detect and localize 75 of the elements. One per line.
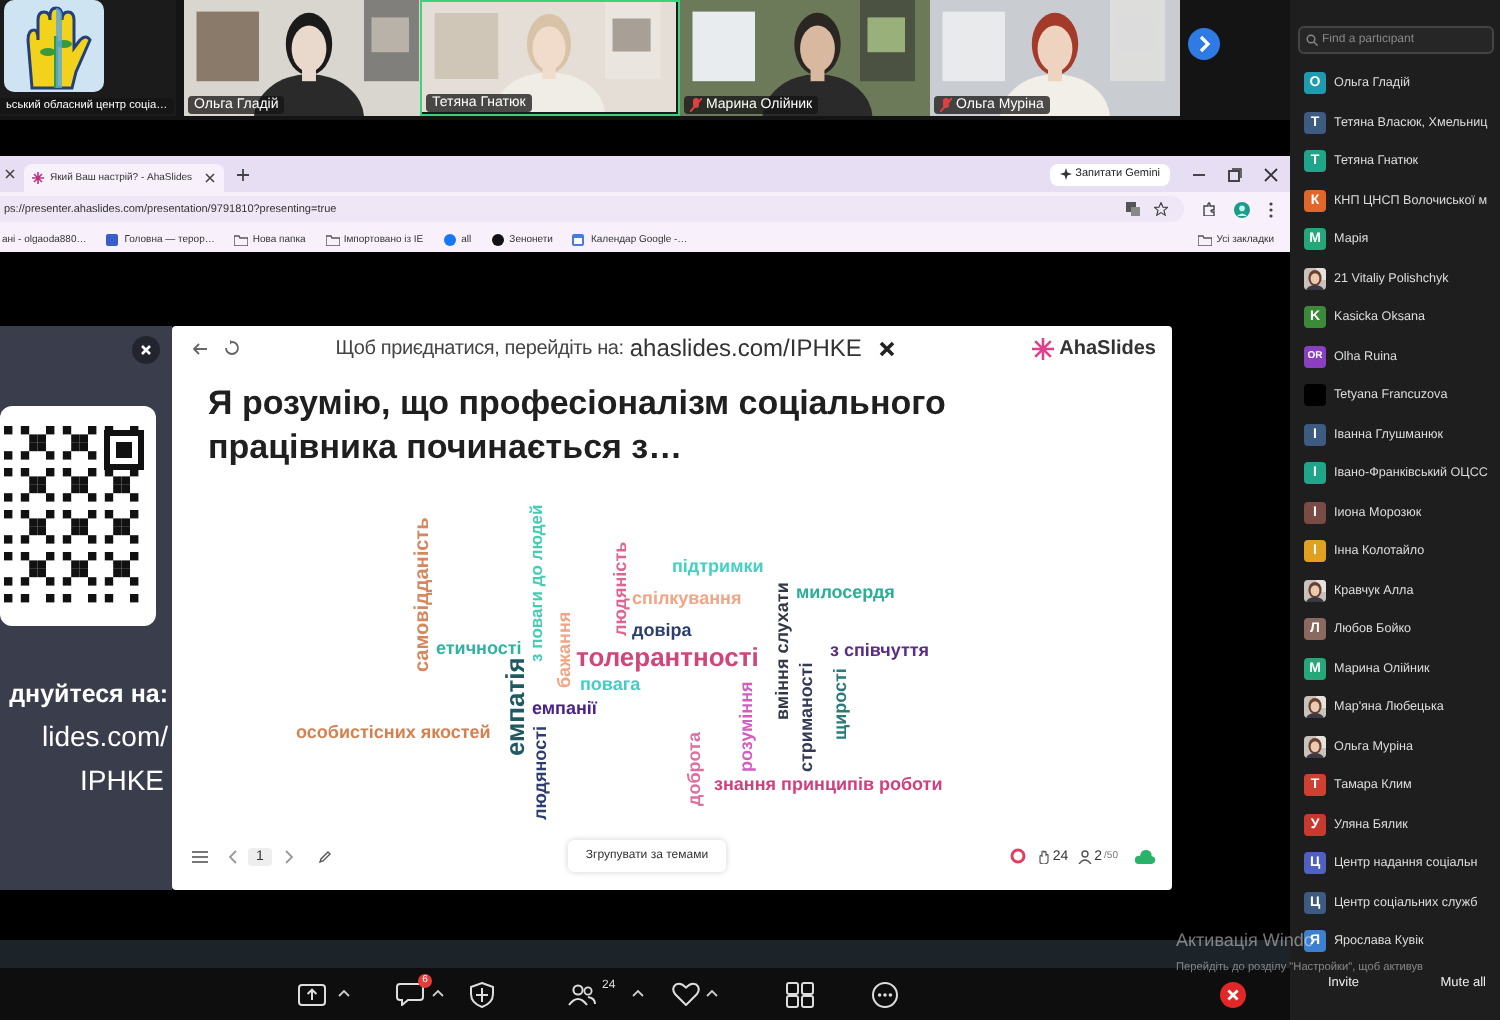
cloud-word: самовідданість (414, 517, 434, 672)
ring-icon[interactable] (1010, 848, 1027, 864)
share-icon[interactable] (298, 982, 326, 1006)
cloud-word: повага (580, 676, 641, 694)
more-icon[interactable] (871, 981, 898, 1007)
close-icon[interactable] (204, 172, 216, 184)
rotate-icon[interactable] (224, 340, 240, 356)
favicon-icon[interactable] (106, 233, 121, 245)
people-icon[interactable] (568, 983, 596, 1005)
cloud-word: довіра (632, 622, 692, 640)
close-icon[interactable] (1264, 167, 1278, 181)
folder-icon[interactable] (1198, 233, 1213, 245)
more-dots-icon[interactable] (1268, 201, 1274, 217)
close-icon[interactable] (4, 168, 16, 180)
calendar-icon[interactable] (572, 233, 587, 245)
chevron-left-icon[interactable] (228, 849, 238, 863)
hand-logo-icon (4, 0, 104, 92)
restore-icon[interactable] (1228, 167, 1242, 181)
plus-icon[interactable] (236, 167, 250, 181)
caret-icon[interactable] (631, 988, 644, 1000)
heart-icon[interactable] (671, 982, 700, 1006)
puzzle-icon[interactable] (1202, 202, 1216, 216)
person-icon (1078, 849, 1093, 863)
close-icon[interactable] (132, 336, 160, 364)
join-text: IPHKE (79, 764, 164, 796)
cloud-word: людяності (532, 726, 550, 820)
cloud-word: етичності (436, 640, 522, 658)
chat-icon[interactable] (396, 982, 424, 1006)
caret-icon[interactable] (432, 988, 444, 1000)
end-call-icon[interactable] (1219, 981, 1246, 1007)
cloud-word: спілкування (632, 590, 742, 608)
profile-avatar-icon[interactable] (1234, 201, 1250, 217)
burst-icon (32, 172, 44, 184)
cloud-word: особистісних якостей (296, 724, 491, 742)
caret-icon[interactable] (705, 988, 718, 1000)
back-arrow-icon[interactable] (192, 341, 208, 355)
star-icon[interactable] (1154, 202, 1168, 216)
cloud-word: знання принципів роботи (714, 776, 943, 794)
cloud-word: з поваги до людей (528, 504, 545, 662)
join-instruction: Щоб приєднатися, перейдіть на: (335, 337, 624, 359)
cloud-word: доброта (686, 732, 704, 806)
join-text: lides.com/ (41, 720, 168, 752)
sparkle-icon (1059, 168, 1072, 180)
cloud-word: милосердя (796, 584, 895, 602)
folder-icon[interactable] (234, 233, 249, 245)
cloud-icon (1134, 848, 1156, 864)
join-link[interactable]: ahaslides.com/IPHKE (629, 334, 862, 362)
cloud-word: щирості (832, 668, 850, 740)
round-favicon-icon[interactable] (443, 233, 458, 245)
cloud-word: людяність (612, 541, 630, 636)
cloud-word: розуміння (738, 681, 756, 772)
grid-icon[interactable] (785, 981, 814, 1007)
cloud-word: вміння слухати (774, 582, 792, 720)
menu-icon[interactable] (192, 849, 208, 863)
chevron-right-icon[interactable] (283, 849, 294, 863)
translate-icon[interactable] (1126, 202, 1140, 216)
cloud-word: стриманості (798, 662, 816, 772)
burst-icon (1031, 337, 1054, 359)
hand-icon (1038, 849, 1051, 863)
cloud-word: емпанії (532, 700, 597, 718)
cloud-word: з співчуття (830, 642, 930, 660)
cloud-word: толерантності (576, 644, 759, 670)
close-icon[interactable] (877, 339, 896, 357)
dot-icon[interactable] (491, 233, 506, 245)
cloud-word: підтримки (672, 558, 764, 576)
pencil-icon[interactable] (317, 849, 332, 863)
join-text: днуйтеся на: (9, 680, 168, 708)
caret-icon[interactable] (338, 988, 350, 1000)
cloud-word: емпатія (502, 657, 528, 756)
shield-icon[interactable] (470, 981, 494, 1007)
folder-icon[interactable] (325, 233, 340, 245)
brand-name: AhaSlides (1059, 337, 1156, 359)
cloud-word: бажання (556, 611, 574, 688)
slide-title: Я розумію, що професіоналізм соціального працівника починається з… (206, 382, 948, 470)
search-icon (1306, 34, 1318, 46)
